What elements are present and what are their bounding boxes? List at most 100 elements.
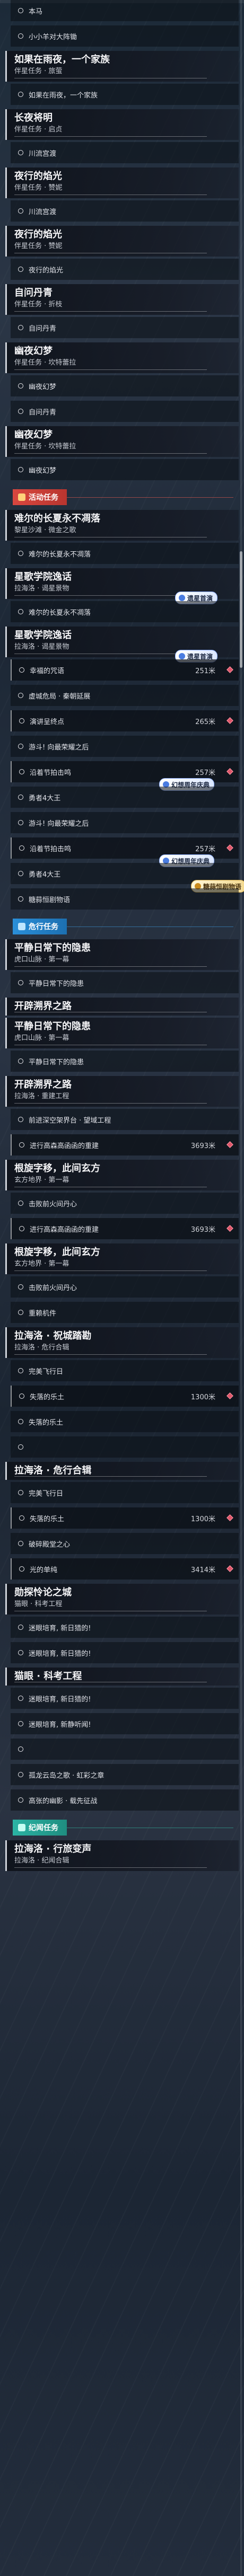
quest-objective[interactable]: 进行高森高函函的重建 3693米: [11, 1134, 239, 1155]
category-tag: 活动任务: [13, 489, 67, 505]
objective-distance: 1300米: [190, 1515, 215, 1523]
quest-objective[interactable]: 幽夜幻梦: [11, 375, 239, 396]
quest-objective[interactable]: 破碎殿堂之心: [11, 1533, 239, 1554]
quest-objective[interactable]: 击败前火间丹心: [11, 1276, 239, 1298]
scrollbar-track[interactable]: [240, 0, 242, 2576]
quest-card[interactable]: 勋探怜论之城 猫眼 · 科考工程: [5, 1584, 239, 1615]
objective-text: 失落的乐土: [30, 1393, 65, 1401]
objective-distance: 257米: [195, 769, 215, 777]
quest-objective[interactable]: 自问丹青: [11, 401, 239, 422]
quest-objective[interactable]: 击败前火间丹心: [11, 1193, 239, 1214]
quest-card[interactable]: 拉海洛 · 行旅变声 拉海洛 · 纪闻合辑: [5, 1840, 239, 1871]
quest-objective[interactable]: 孤龙云岛之歌 · 虹彩之章: [11, 1764, 239, 1785]
quest-objective[interactable]: 迷眼培育, 新静听闻!: [11, 1713, 239, 1734]
quest-card[interactable]: 平静日常下的隐患 虎口山脉 · 第一幕: [5, 939, 239, 970]
quest-objective[interactable]: 进行高森高函函的重建 3693米: [11, 1218, 239, 1239]
quest-objective[interactable]: 游斗! 向最荣耀之后: [11, 812, 239, 833]
quest-list[interactable]: 本马小小羊对大阵锄如果在雨夜，一个家族 伴星任务 · 旅萤 如果在雨夜，一个家族长夜…: [0, 0, 244, 2576]
objective-text: 糖蒜恒剧物语: [29, 896, 71, 904]
quest-objective[interactable]: 川流宫渡: [11, 200, 239, 222]
quest-subtitle: 拉海洛 · 纪闻合辑: [14, 1857, 69, 1865]
quest-card[interactable]: 如果在雨夜，一个家族 伴星任务 · 旅萤: [5, 51, 239, 82]
quest-subtitle: 虎口山脉 · 第一幕: [14, 1034, 69, 1042]
quest-objective[interactable]: 失落的乐土 1300米: [11, 1386, 239, 1407]
quest-card[interactable]: 幽夜幻梦 伴星任务 · 坎特蕾拉: [5, 342, 239, 373]
quest-objective[interactable]: 失落的乐土 1300米: [11, 1507, 239, 1529]
objective-text: 高张的幽影 · 载先征战: [29, 1797, 98, 1805]
quest-objective[interactable]: 川流宫渡: [11, 142, 239, 163]
quest-objective[interactable]: 如果在雨夜，一个家族: [11, 84, 239, 105]
quest-objective[interactable]: 高张的幽影 · 载先征战: [11, 1789, 239, 1811]
quest-card[interactable]: 拉海洛 · 祝城踏勘 拉海洛 · 危行合辑: [5, 1327, 239, 1358]
quest-title: 长夜将明: [14, 112, 53, 123]
quest-objective[interactable]: 自问丹青: [11, 317, 239, 338]
category-header-event[interactable]: 活动任务: [0, 488, 244, 507]
objective-circle-icon: [18, 409, 23, 414]
quest-card[interactable]: 幽夜幻梦 伴星任务 · 坎特蕾拉: [5, 426, 239, 457]
waypoint-marker-icon[interactable]: [226, 1225, 233, 1232]
quest-objective[interactable]: 前进深空架界台 · 望域工程: [11, 1109, 239, 1130]
quest-card[interactable]: 夜行的焰光 伴星任务 · 赞妮: [5, 226, 239, 257]
quest-card[interactable]: 根旋字移，此间玄方 玄方地界 · 第一幕: [5, 1243, 239, 1274]
quest-objective[interactable]: 糖蒜恒剧物语: [11, 888, 239, 910]
quest-objective[interactable]: 夜行的焰光: [11, 259, 239, 280]
quest-objective[interactable]: 游斗! 向最荣耀之后: [11, 736, 239, 757]
waypoint-marker-icon[interactable]: [226, 768, 233, 775]
quest-objective[interactable]: [11, 1739, 239, 1760]
quest-underline: [14, 1476, 207, 1477]
quest-objective[interactable]: 迷眼培育, 新日猎的!: [11, 1688, 239, 1709]
waypoint-marker-icon[interactable]: [226, 666, 233, 673]
quest-card[interactable]: 猫眼 · 科考工程: [5, 1668, 239, 1686]
quest-objective[interactable]: 难尔的长夏永不凋落: [11, 601, 239, 622]
waypoint-marker-icon[interactable]: [226, 717, 233, 724]
objective-circle-icon: [18, 33, 23, 39]
quest-objective[interactable]: 平静日常下的隐患: [11, 1051, 239, 1072]
quest-objective[interactable]: 完美飞行日: [11, 1360, 239, 1381]
quest-card[interactable]: 平静日常下的隐患 虎口山脉 · 第一幕: [5, 1018, 239, 1048]
category-header-danger[interactable]: 危行任务: [0, 917, 244, 936]
quest-card[interactable]: 难尔的长夏永不凋落 黎星沙滩 · 微金之歌: [5, 510, 239, 541]
quest-objective[interactable]: 本马: [11, 0, 239, 21]
quest-objective[interactable]: 勇者4大王: [11, 787, 239, 808]
objective-text: 自问丹青: [29, 408, 57, 417]
quest-subtitle: 伴星任务 · 赞妮: [14, 184, 63, 192]
quest-card[interactable]: 拉海洛 · 危行合辑: [5, 1462, 239, 1480]
quest-card[interactable]: 自问丹青 伴星任务 · 折枝: [5, 284, 239, 315]
quest-objective[interactable]: 幽夜幻梦: [11, 459, 239, 480]
objective-text: 小小羊对大阵锄: [29, 33, 77, 41]
category-header-daily[interactable]: 纪闻任务: [0, 1818, 244, 1837]
quest-objective[interactable]: 虚城危局 · 秦朝延展: [11, 685, 239, 706]
quest-card[interactable]: 根旋字移，此间玄方 玄方地界 · 第一幕: [5, 1160, 239, 1190]
quest-objective[interactable]: 难尔的长夏永不凋落: [11, 543, 239, 564]
quest-subtitle: 虎口山脉 · 第一幕: [14, 956, 69, 964]
quest-objective[interactable]: 迷眼培育, 新日猎的!: [11, 1617, 239, 1638]
quest-objective[interactable]: 演讲呈终点 265米: [11, 710, 239, 731]
waypoint-marker-icon[interactable]: [226, 1565, 233, 1572]
quest-subtitle: 玄方地界 · 第一幕: [14, 1260, 69, 1268]
waypoint-marker-icon[interactable]: [226, 1514, 233, 1521]
objective-text: 孤龙云岛之歌 · 虹彩之章: [29, 1771, 104, 1780]
quest-card[interactable]: 长夜将明 伴星任务 · 启贞: [5, 109, 239, 140]
quest-objective[interactable]: [11, 1436, 239, 1458]
waypoint-marker-icon[interactable]: [226, 844, 233, 851]
quest-card[interactable]: 开辟溯界之路 拉海洛 · 重建工程: [5, 1076, 239, 1107]
objective-text: 游斗! 向最荣耀之后: [29, 743, 89, 752]
category-label: 危行任务: [29, 923, 58, 931]
quest-objective[interactable]: 光的单纯 3414米: [11, 1558, 239, 1580]
quest-objective[interactable]: 重赖机件: [11, 1302, 239, 1323]
quest-objective[interactable]: 幸福的咒语 251米: [11, 659, 239, 681]
scrollbar-thumb[interactable]: [240, 551, 242, 668]
quest-objective[interactable]: 平静日常下的隐患: [11, 972, 239, 993]
objective-text: 迷眼培育, 新日猎的!: [29, 1624, 91, 1633]
quest-card[interactable]: 夜行的焰光 伴星任务 · 赞妮: [5, 167, 239, 198]
quest-objective[interactable]: 小小羊对大阵锄: [11, 25, 239, 47]
quest-objective[interactable]: 失落的乐土: [11, 1411, 239, 1432]
quest-underline: [14, 1354, 207, 1355]
quest-title: 幽夜幻梦: [14, 429, 53, 440]
quest-card[interactable]: 开辟溯界之路: [5, 998, 239, 1016]
waypoint-marker-icon[interactable]: [226, 1392, 233, 1399]
quest-objective[interactable]: 完美飞行日: [11, 1482, 239, 1503]
waypoint-marker-icon[interactable]: [226, 1141, 233, 1148]
objective-circle-icon: [18, 744, 23, 749]
quest-objective[interactable]: 迷眼培育, 新日猎的!: [11, 1642, 239, 1663]
